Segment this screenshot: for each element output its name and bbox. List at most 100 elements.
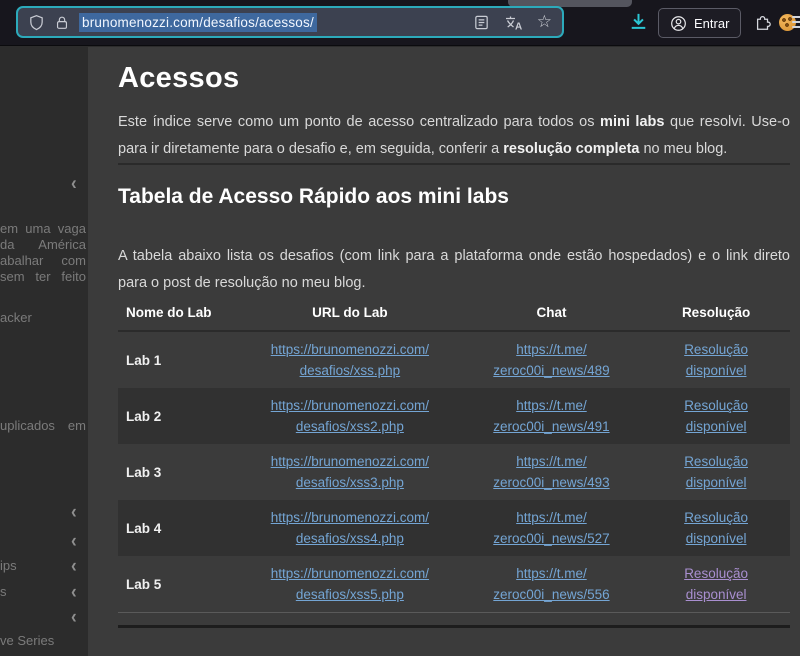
intro-paragraph: Este índice serve como um ponto de acess…: [118, 109, 790, 163]
clipped-text: sem ter feito: [0, 269, 86, 284]
svg-text:A: A: [515, 21, 522, 31]
link-line: disponível: [650, 472, 782, 493]
url-text[interactable]: brunomenozzi.com/desafios/acessos/: [79, 13, 317, 32]
lab-name: Lab 3: [118, 444, 239, 500]
tracking-protection-shield-icon[interactable]: [28, 14, 45, 31]
link-line: zeroc00i_news/527: [469, 528, 634, 549]
table-row: Lab 3 https://brunomenozzi.com/desafios/…: [118, 444, 790, 500]
lab-url-link[interactable]: https://brunomenozzi.com/desafios/xss5.p…: [247, 563, 453, 605]
lab-url-link[interactable]: https://brunomenozzi.com/desafios/xss2.p…: [247, 395, 453, 437]
chat-link[interactable]: https://t.me/zeroc00i_news/493: [469, 451, 634, 493]
link-line: zeroc00i_news/556: [469, 584, 634, 605]
url-bar[interactable]: brunomenozzi.com/desafios/acessos/ A ☆: [16, 6, 564, 38]
chevron-collapse-icon[interactable]: ‹: [71, 558, 77, 574]
account-icon: [670, 15, 687, 32]
intro-bold-segment: resolução completa: [503, 141, 639, 157]
chat-link[interactable]: https://t.me/zeroc00i_news/489: [469, 339, 634, 381]
translate-icon[interactable]: A: [504, 14, 523, 31]
page-title: Acessos: [118, 61, 790, 95]
link-line: desafios/xss.php: [247, 360, 453, 381]
resolution-link[interactable]: Resoluçãodisponível: [650, 395, 782, 437]
table-row: Lab 1 https://brunomenozzi.com/desafios/…: [118, 331, 790, 388]
table-row: Lab 2 https://brunomenozzi.com/desafios/…: [118, 388, 790, 444]
bottom-divider: [118, 625, 790, 628]
link-line: Resolução: [650, 339, 782, 360]
lab-url-link[interactable]: https://brunomenozzi.com/desafios/xss4.p…: [247, 507, 453, 549]
link-line: disponível: [650, 584, 782, 605]
col-header-chat: Chat: [461, 297, 642, 331]
intro-bold-segment: mini labs: [600, 114, 664, 130]
link-line: Resolução: [650, 563, 782, 584]
resolution-link[interactable]: Resoluçãodisponível: [650, 507, 782, 549]
browser-toolbar: brunomenozzi.com/desafios/acessos/ A ☆: [0, 0, 800, 46]
col-header-resolucao: Resolução: [642, 297, 790, 331]
col-header-url-do-lab: URL do Lab: [239, 297, 461, 331]
lab-url-link[interactable]: https://brunomenozzi.com/desafios/xss.ph…: [247, 339, 453, 381]
link-line: https://brunomenozzi.com/: [247, 563, 453, 584]
sign-in-button[interactable]: Entrar: [658, 8, 741, 38]
clipped-text: ve Series: [0, 633, 86, 648]
link-line: desafios/xss4.php: [247, 528, 453, 549]
lab-name: Lab 5: [118, 556, 239, 613]
clipped-text: acker: [0, 310, 86, 325]
clipped-text: em uma vaga: [0, 221, 86, 236]
background-page-column: ‹ em uma vaga da América abalhar com sem…: [0, 47, 88, 656]
link-line: disponível: [650, 416, 782, 437]
chevron-collapse-icon[interactable]: ‹: [71, 176, 77, 192]
col-header-nome-do-lab: Nome do Lab: [118, 297, 239, 331]
download-icon[interactable]: [628, 11, 649, 32]
link-line: desafios/xss3.php: [247, 472, 453, 493]
link-line: disponível: [650, 360, 782, 381]
link-line: Resolução: [650, 507, 782, 528]
bookmark-star-icon[interactable]: ☆: [537, 14, 552, 30]
link-line: desafios/xss5.php: [247, 584, 453, 605]
resolution-link[interactable]: Resoluçãodisponível: [650, 563, 782, 605]
table-row: Lab 5 https://brunomenozzi.com/desafios/…: [118, 556, 790, 613]
lab-name: Lab 2: [118, 388, 239, 444]
chevron-collapse-icon[interactable]: ‹: [71, 584, 77, 600]
section-title: Tabela de Acesso Rápido aos mini labs: [118, 185, 790, 209]
resolution-link[interactable]: Resoluçãodisponível: [650, 339, 782, 381]
lab-url-link[interactable]: https://brunomenozzi.com/desafios/xss3.p…: [247, 451, 453, 493]
link-line: https://brunomenozzi.com/: [247, 451, 453, 472]
link-line: https://brunomenozzi.com/: [247, 339, 453, 360]
resolution-link[interactable]: Resoluçãodisponível: [650, 451, 782, 493]
reader-view-icon[interactable]: [473, 14, 490, 31]
section-description: A tabela abaixo lista os desafios (com l…: [118, 243, 790, 297]
lock-icon[interactable]: [54, 14, 70, 31]
sign-in-label: Entrar: [694, 16, 729, 31]
link-line: zeroc00i_news/491: [469, 416, 634, 437]
menu-hamburger-icon[interactable]: [792, 16, 800, 31]
link-line: https://t.me/: [469, 339, 634, 360]
link-line: https://t.me/: [469, 507, 634, 528]
lab-name: Lab 4: [118, 500, 239, 556]
chevron-collapse-icon[interactable]: ‹: [71, 609, 77, 625]
link-line: https://brunomenozzi.com/: [247, 395, 453, 416]
clipped-text: da América: [0, 237, 86, 252]
clipped-text: uplicados em: [0, 418, 86, 433]
lab-name: Lab 1: [118, 331, 239, 388]
link-line: disponível: [650, 528, 782, 549]
link-line: zeroc00i_news/489: [469, 360, 634, 381]
section-divider: [118, 163, 790, 165]
chat-link[interactable]: https://t.me/zeroc00i_news/556: [469, 563, 634, 605]
page-viewport: ‹ em uma vaga da América abalhar com sem…: [0, 47, 800, 656]
table-row: Lab 4 https://brunomenozzi.com/desafios/…: [118, 500, 790, 556]
intro-text-segment: Este índice serve como um ponto de acess…: [118, 114, 600, 130]
extensions-puzzle-icon[interactable]: [754, 13, 773, 32]
clipped-text: abalhar com: [0, 253, 86, 268]
link-line: Resolução: [650, 395, 782, 416]
chevron-collapse-icon[interactable]: ‹: [71, 504, 77, 520]
link-line: https://t.me/: [469, 563, 634, 584]
link-line: https://brunomenozzi.com/: [247, 507, 453, 528]
labs-table: Nome do Lab URL do Lab Chat Resolução La…: [118, 297, 790, 613]
chat-link[interactable]: https://t.me/zeroc00i_news/527: [469, 507, 634, 549]
table-header-row: Nome do Lab URL do Lab Chat Resolução: [118, 297, 790, 331]
chevron-collapse-icon[interactable]: ‹: [71, 533, 77, 549]
link-line: https://t.me/: [469, 395, 634, 416]
chat-link[interactable]: https://t.me/zeroc00i_news/491: [469, 395, 634, 437]
link-line: desafios/xss2.php: [247, 416, 453, 437]
content-panel: Acessos Este índice serve como um ponto …: [88, 47, 800, 656]
intro-text-segment: no meu blog.: [639, 141, 727, 157]
link-line: zeroc00i_news/493: [469, 472, 634, 493]
